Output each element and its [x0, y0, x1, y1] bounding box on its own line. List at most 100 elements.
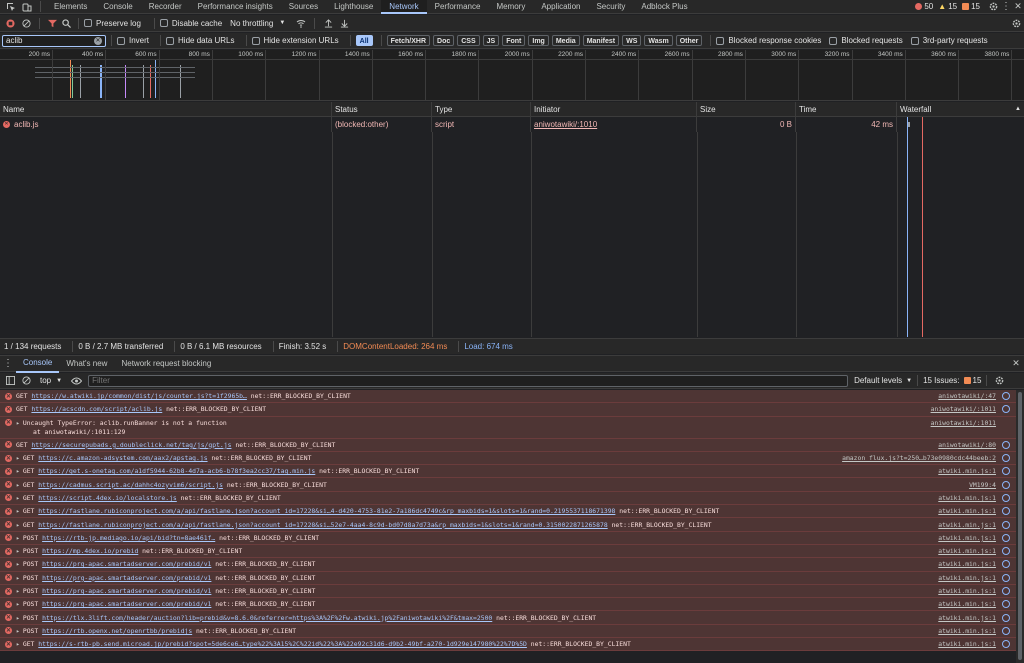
- settings-gear-icon[interactable]: [986, 2, 1000, 11]
- source-link[interactable]: atwiki.min.js:1: [938, 574, 996, 582]
- console-error-message[interactable]: ✕ GET https://securepubads.g.doubleclick.…: [0, 438, 1016, 452]
- request-url-link[interactable]: https://prg-apac.smartadserver.com/prebi…: [42, 560, 211, 568]
- type-filter-js[interactable]: JS: [482, 35, 500, 46]
- network-request-icon[interactable]: [1002, 493, 1010, 502]
- timeline-overview[interactable]: 200 ms 400 ms 600 ms 800 ms 1000 ms 1200 ms 14…: [0, 50, 1024, 101]
- search-icon[interactable]: [59, 18, 73, 28]
- console-error-message[interactable]: ✕ ▸ GET https://get.s-onetag.com/a1df5944-…: [0, 465, 1016, 479]
- network-request-icon[interactable]: [1002, 587, 1010, 595]
- console-error-message[interactable]: ✕ ▸ POST https://mp.4dex.io/prebid net::ER…: [0, 544, 1016, 559]
- request-url-link[interactable]: https://mp.4dex.io/prebid: [42, 547, 138, 555]
- type-filter-doc[interactable]: Doc: [433, 35, 455, 46]
- request-url-link[interactable]: https://w.atwiki.jp/common/dist/js/count…: [31, 392, 246, 400]
- source-link[interactable]: atwiki.min.js:1: [938, 627, 996, 635]
- console-error-message[interactable]: ✕ GET https://w.atwiki.jp/common/dist/js/…: [0, 390, 1016, 404]
- type-filter-ws[interactable]: WS: [622, 35, 642, 46]
- clear-icon[interactable]: [18, 18, 34, 28]
- expand-arrow-icon[interactable]: ▸: [16, 627, 20, 635]
- type-filter-wasm[interactable]: Wasm: [644, 35, 673, 46]
- network-settings-gear-icon[interactable]: [1008, 19, 1024, 28]
- source-link[interactable]: atwiki.min.js:1: [938, 467, 996, 475]
- checkbox-box[interactable]: [159, 19, 168, 27]
- console-error-message[interactable]: ✕ GET https://acscdn.com/script/aclib.js …: [0, 403, 1016, 417]
- console-error-message[interactable]: ✕ ▸ POST https://prg-apac.smartadserver.co…: [0, 598, 1016, 612]
- tab-network[interactable]: Network: [381, 0, 427, 14]
- expand-arrow-icon[interactable]: ▸: [16, 560, 20, 568]
- type-filter-all[interactable]: All: [355, 35, 373, 46]
- console-filter-input[interactable]: [88, 374, 849, 387]
- source-link[interactable]: atwiki.min.js:1: [938, 640, 996, 648]
- expand-arrow-icon[interactable]: ▸: [16, 574, 20, 582]
- source-link[interactable]: atwiki.min.js:1: [938, 587, 996, 595]
- column-header-type[interactable]: Type: [432, 102, 531, 116]
- blocked-cookies-checkbox[interactable]: Blocked response cookies: [716, 36, 821, 45]
- request-url-link[interactable]: https://rtb-jp.mediago.io/api/bid?tn=8ae…: [42, 534, 215, 542]
- expand-arrow-icon[interactable]: ▸: [16, 507, 20, 515]
- column-header-waterfall[interactable]: Waterfall ▲: [897, 102, 1024, 116]
- console-error-message[interactable]: ✕ ▸ POST https://rtb.openx.net/openrtbb/pr…: [0, 624, 1016, 639]
- invert-checkbox[interactable]: Invert: [117, 36, 149, 45]
- expand-arrow-icon[interactable]: ▸: [16, 640, 20, 648]
- source-link[interactable]: atwiki.min.js:1: [938, 494, 996, 502]
- tab-console[interactable]: Console: [95, 0, 140, 14]
- console-error-message[interactable]: ✕ ▸ GET https://script.4dex.io/localstore.…: [0, 491, 1016, 506]
- hide-extension-urls-checkbox[interactable]: Hide extension URLs: [251, 36, 339, 45]
- network-request-icon[interactable]: [1002, 613, 1010, 622]
- network-request-icon[interactable]: [1002, 547, 1010, 556]
- checkbox-box[interactable]: [716, 36, 725, 45]
- type-filter-font[interactable]: Font: [502, 35, 526, 46]
- export-har-icon[interactable]: [336, 19, 352, 28]
- source-link[interactable]: atwiki.min.js:1: [938, 560, 996, 568]
- request-url-link[interactable]: https://securepubads.g.doubleclick.net/t…: [31, 441, 231, 449]
- console-scrollbar[interactable]: [1016, 390, 1024, 663]
- context-select[interactable]: top ▼: [40, 376, 62, 385]
- source-link[interactable]: aniwotawiki/:1011: [931, 405, 996, 413]
- console-error-message[interactable]: ✕ ▸ GET https://cadmus.script.ac/dahhc4ozy…: [0, 478, 1016, 492]
- tab-lighthouse[interactable]: Lighthouse: [326, 0, 381, 14]
- console-messages[interactable]: ✕ GET https://w.atwiki.jp/common/dist/js/…: [0, 390, 1016, 663]
- expand-arrow-icon[interactable]: ▸: [16, 454, 20, 462]
- console-error-message[interactable]: ✕ ▸ GET https://c.amazon-adsystem.com/aax2…: [0, 451, 1016, 466]
- checkbox-box[interactable]: [251, 36, 260, 45]
- type-filter-manifest[interactable]: Manifest: [582, 35, 620, 46]
- source-link[interactable]: amazon_flux.js?t=250…b73e0980cdc44beeb:2: [842, 454, 996, 462]
- column-header-initiator[interactable]: Initiator: [531, 102, 697, 116]
- network-request-icon[interactable]: [1002, 626, 1010, 635]
- network-request-icon[interactable]: [1002, 440, 1010, 449]
- checkbox-box[interactable]: [910, 36, 919, 45]
- checkbox-box[interactable]: [84, 19, 92, 27]
- source-link[interactable]: atwiki.min.js:1: [938, 547, 996, 555]
- checkbox-box[interactable]: [829, 36, 838, 45]
- hide-data-urls-checkbox[interactable]: Hide data URLs: [166, 36, 235, 45]
- console-error-message[interactable]: ✕ ▸ GET https://fastlane.rubiconproject.co…: [0, 518, 1016, 532]
- console-error-message[interactable]: ✕ ▸ POST https://tlx.3lift.com/header/auct…: [0, 611, 1016, 625]
- source-link[interactable]: atwiki.min.js:1: [938, 614, 996, 622]
- request-url-link[interactable]: https://s-rtb-pb.send.microad.jp/prebid?…: [38, 640, 527, 648]
- source-link[interactable]: atwiki.min.js:1: [938, 521, 996, 529]
- tab-elements[interactable]: Elements: [46, 0, 95, 14]
- live-expression-eye-icon[interactable]: [68, 377, 84, 385]
- console-settings-gear-icon[interactable]: [992, 376, 1006, 385]
- expand-arrow-icon[interactable]: ▸: [16, 534, 20, 542]
- initiator-link[interactable]: aniwotawiki/:1010: [534, 120, 597, 129]
- request-url-link[interactable]: https://c.amazon-adsystem.com/aax2/apsta…: [38, 454, 207, 462]
- source-link[interactable]: atwiki.min.js:1: [938, 507, 996, 515]
- tab-security[interactable]: Security: [588, 0, 633, 14]
- request-url-link[interactable]: https://prg-apac.smartadserver.com/prebi…: [42, 587, 211, 595]
- console-error-message[interactable]: ✕ ▸ POST https://prg-apac.smartadserver.co…: [0, 558, 1016, 572]
- tab-performance[interactable]: Performance: [427, 0, 489, 14]
- expand-arrow-icon[interactable]: ▸: [16, 587, 20, 595]
- request-url-link[interactable]: https://get.s-onetag.com/a1df5944-62b8-4…: [38, 467, 315, 475]
- sidebar-toggle-icon[interactable]: [2, 376, 18, 385]
- network-request-icon[interactable]: [1002, 520, 1010, 529]
- record-stop-icon[interactable]: [2, 18, 18, 28]
- more-options-icon[interactable]: ⋮: [1000, 1, 1012, 12]
- console-error-message[interactable]: ✕ ▸ POST https://prg-apac.smartadserver.co…: [0, 584, 1016, 599]
- blocked-requests-checkbox[interactable]: Blocked requests: [829, 36, 903, 45]
- checkbox-box[interactable]: [166, 36, 175, 45]
- network-request-icon[interactable]: [1002, 600, 1010, 609]
- request-url-link[interactable]: https://rtb.openx.net/openrtbb/prebidjs: [42, 627, 192, 635]
- network-request-icon[interactable]: [1002, 392, 1010, 401]
- console-error-message[interactable]: ✕ ▸ GET https://fastlane.rubiconproject.co…: [0, 505, 1016, 519]
- drawer-menu-icon[interactable]: ⋮: [0, 358, 16, 369]
